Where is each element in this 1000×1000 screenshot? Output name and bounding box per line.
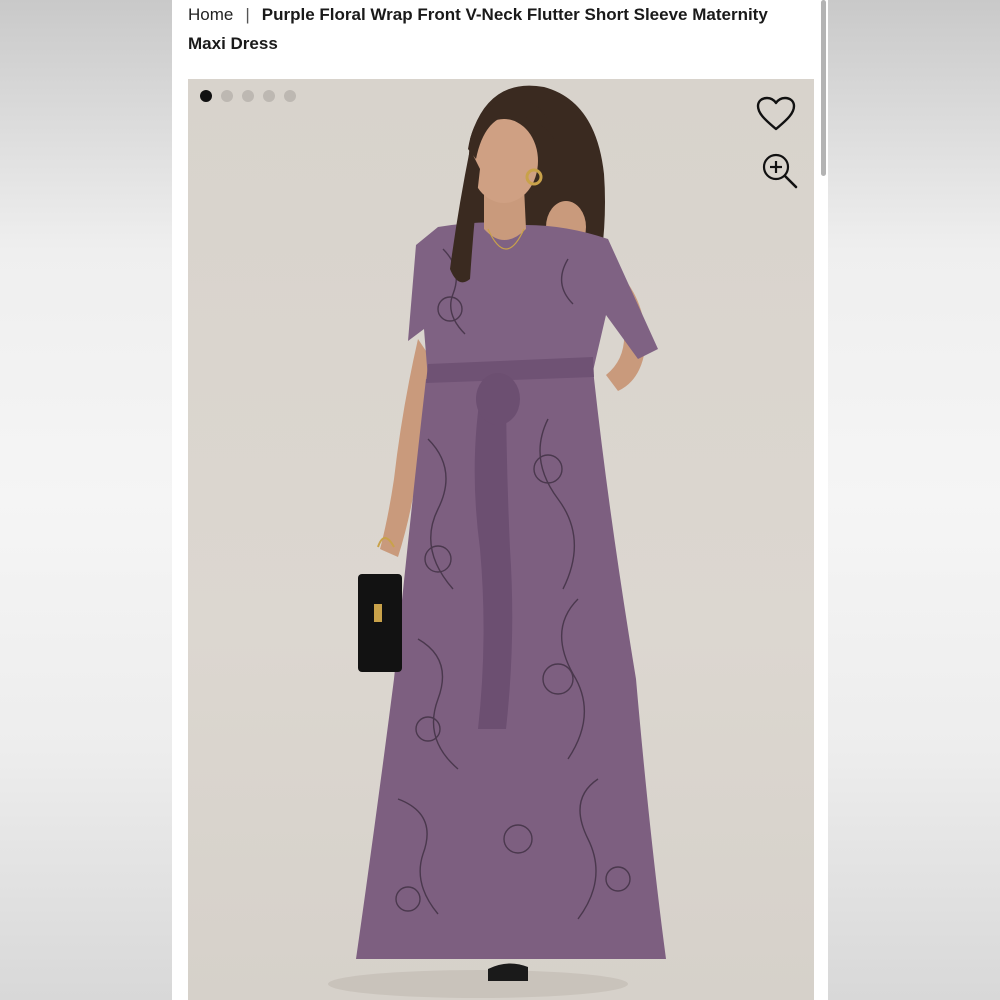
- carousel-dot-5[interactable]: [284, 90, 296, 102]
- image-carousel-dots: [200, 90, 296, 102]
- breadcrumb-current-page: Purple Floral Wrap Front V-Neck Flutter …: [188, 5, 768, 53]
- product-photo: [328, 85, 666, 998]
- breadcrumb: Home | Purple Floral Wrap Front V-Neck Flu…: [188, 0, 798, 58]
- zoom-in-icon: [762, 153, 798, 189]
- product-page: Home | Purple Floral Wrap Front V-Neck Flu…: [172, 0, 828, 1000]
- heart-icon: [756, 96, 796, 131]
- carousel-dot-1[interactable]: [200, 90, 212, 102]
- carousel-dot-3[interactable]: [242, 90, 254, 102]
- product-image-gallery[interactable]: [188, 79, 814, 1000]
- zoom-button[interactable]: [758, 149, 802, 193]
- right-backdrop: [828, 0, 1000, 1000]
- left-backdrop: [0, 0, 172, 1000]
- scrollbar[interactable]: [821, 0, 826, 176]
- breadcrumb-separator: |: [245, 5, 250, 24]
- breadcrumb-home-link[interactable]: Home: [188, 5, 233, 24]
- favorite-button[interactable]: [754, 92, 798, 136]
- carousel-dot-4[interactable]: [263, 90, 275, 102]
- carousel-dot-2[interactable]: [221, 90, 233, 102]
